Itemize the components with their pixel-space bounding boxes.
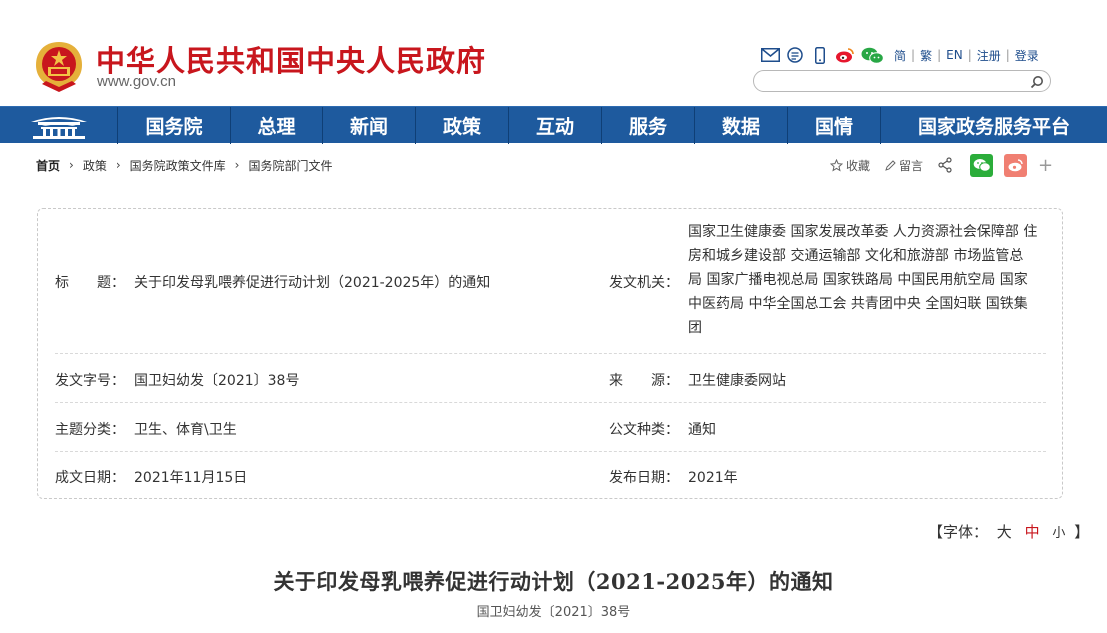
written-date-label: 成文日期： xyxy=(55,470,125,486)
breadcrumb-home[interactable]: 首页 xyxy=(36,157,60,174)
nav-national-info[interactable]: 国情 xyxy=(787,107,880,144)
info-row-dates: 成文日期： 2021年11月15日 发布日期： 2021年 xyxy=(55,452,1046,498)
nav-data[interactable]: 数据 xyxy=(694,107,787,144)
share-icon[interactable] xyxy=(937,157,956,173)
weibo-icon[interactable] xyxy=(835,46,855,64)
page-tools: 收藏 留言 + xyxy=(830,153,1053,177)
document-title: 关于印发母乳喂养促进行动计划（2021-2025年）的通知 xyxy=(273,569,834,594)
search-input[interactable] xyxy=(766,73,1030,91)
nav-interaction[interactable]: 互动 xyxy=(508,107,601,144)
breadcrumb-policy-library[interactable]: 国务院政策文件库 xyxy=(130,157,226,174)
search-box xyxy=(753,70,1051,92)
doc-no-value: 国卫妇幼发〔2021〕38号 xyxy=(134,373,300,389)
link-login[interactable]: 登录 xyxy=(1010,47,1044,64)
site-header: 中华人民共和国中央人民政府 www.gov.cn 简 | 繁 | EN | 注册… xyxy=(0,0,1107,106)
title-label: 标 题： xyxy=(55,275,125,291)
source-label: 来 源： xyxy=(609,373,679,389)
star-icon xyxy=(830,158,843,172)
title-value: 关于印发母乳喂养促进行动计划（2021-2025年）的通知 xyxy=(134,275,491,291)
doc-type-value: 通知 xyxy=(688,422,716,438)
wechat-icon[interactable] xyxy=(860,46,884,64)
font-size-small[interactable]: 小 xyxy=(1052,526,1065,541)
info-row-topic: 主题分类： 卫生、体育\卫生 公文种类： 通知 xyxy=(55,403,1046,452)
nav-policy[interactable]: 政策 xyxy=(415,107,508,144)
nav-premier[interactable]: 总理 xyxy=(230,107,322,144)
info-row-title: 标 题： 关于印发母乳喂养促进行动计划（2021-2025年）的通知 发文机关：… xyxy=(55,209,1046,354)
link-traditional[interactable]: 繁 xyxy=(915,47,937,64)
doc-type-label: 公文种类： xyxy=(609,422,679,438)
link-english[interactable]: EN xyxy=(941,48,968,62)
favorite-button[interactable]: 收藏 xyxy=(830,157,870,174)
link-register[interactable]: 注册 xyxy=(972,47,1006,64)
topic-value: 卫生、体育\卫生 xyxy=(134,422,237,438)
home-icon[interactable] xyxy=(0,107,117,144)
document-number: 国卫妇幼发〔2021〕38号 xyxy=(476,605,631,620)
search-icon[interactable] xyxy=(1030,74,1044,89)
mobile-icon[interactable] xyxy=(810,46,830,64)
issuer-value: 国家卫生健康委 国家发展改革委 人力资源社会保障部 住 房和城乡建设部 交通运输… xyxy=(688,224,1038,336)
document-info-table: 标 题： 关于印发母乳喂养促进行动计划（2021-2025年）的通知 发文机关：… xyxy=(37,208,1063,499)
comment-button[interactable]: 留言 xyxy=(884,157,923,174)
source-value: 卫生健康委网站 xyxy=(688,373,786,389)
published-date-label: 发布日期： xyxy=(609,470,679,486)
plus-icon[interactable]: + xyxy=(1038,155,1053,176)
wechat-share-icon[interactable] xyxy=(970,153,994,177)
main-nav: 国务院 总理 新闻 政策 互动 服务 数据 国情 国家政务服务平台 xyxy=(0,106,1107,144)
info-row-doc-no: 发文字号： 国卫妇幼发〔2021〕38号 来 源： 卫生健康委网站 xyxy=(55,354,1046,403)
nav-state-council[interactable]: 国务院 xyxy=(117,107,230,144)
site-url[interactable]: www.gov.cn xyxy=(97,73,176,90)
chevron-right-icon: › xyxy=(69,158,74,172)
topic-label: 主题分类： xyxy=(55,422,125,438)
weibo-share-icon[interactable] xyxy=(1004,153,1028,177)
published-date-value: 2021年 xyxy=(688,470,738,486)
app-icon[interactable] xyxy=(785,46,805,64)
pencil-icon xyxy=(885,159,896,171)
font-size-control: 【字体： 大 中 小 】 xyxy=(928,523,1090,541)
nav-services[interactable]: 服务 xyxy=(601,107,694,144)
breadcrumb-department-docs[interactable]: 国务院部门文件 xyxy=(248,157,332,174)
font-size-large[interactable]: 大 xyxy=(997,523,1012,541)
nav-news[interactable]: 新闻 xyxy=(322,107,415,144)
breadcrumb-policy[interactable]: 政策 xyxy=(83,157,107,174)
written-date-value: 2021年11月15日 xyxy=(134,470,248,486)
chevron-right-icon: › xyxy=(234,158,240,172)
top-links: 简 | 繁 | EN | 注册 | 登录 xyxy=(760,44,1044,66)
font-size-medium[interactable]: 中 xyxy=(1025,523,1040,541)
issuer-label: 发文机关： xyxy=(609,275,679,291)
national-emblem-icon[interactable] xyxy=(34,40,84,94)
chevron-right-icon: › xyxy=(115,158,121,172)
mail-icon[interactable] xyxy=(760,46,780,64)
nav-service-platform[interactable]: 国家政务服务平台 xyxy=(880,107,1107,144)
link-simplified[interactable]: 简 xyxy=(889,47,911,64)
breadcrumb: 首页 › 政策 › 国务院政策文件库 › 国务院部门文件 xyxy=(36,156,333,174)
doc-no-label: 发文字号： xyxy=(55,373,125,389)
